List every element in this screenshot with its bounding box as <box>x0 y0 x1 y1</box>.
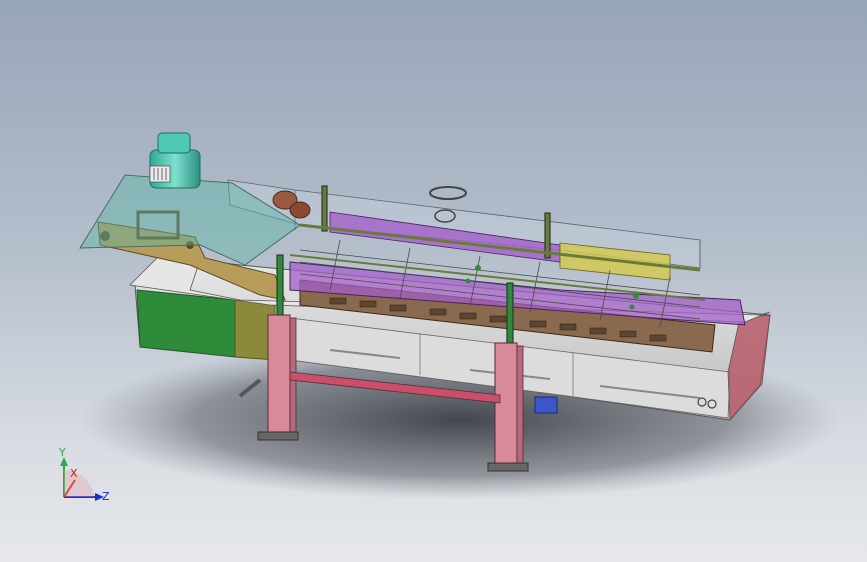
3d-model-view[interactable]: Y X Z <box>0 0 867 562</box>
inspection-ring <box>429 186 467 200</box>
green-base <box>136 289 236 358</box>
cad-viewport[interactable]: Y X Z <box>0 0 867 562</box>
drive-motor[interactable] <box>149 132 201 189</box>
pump-box <box>534 396 558 414</box>
coordinate-triad: Y X Z <box>58 446 110 503</box>
triad-x-label: X <box>70 467 78 480</box>
triad-y-label: Y <box>58 446 66 459</box>
triad-z-label: Z <box>102 490 110 503</box>
